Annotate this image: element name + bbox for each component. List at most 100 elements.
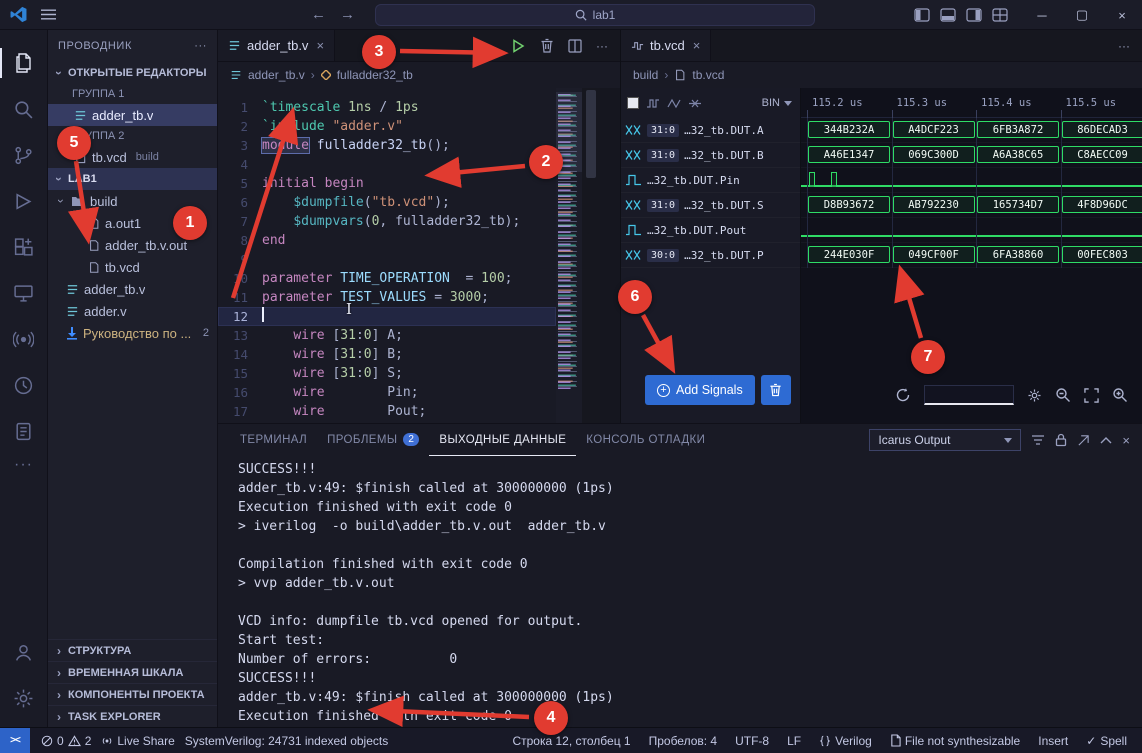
extensions-icon[interactable] (0, 224, 48, 270)
synthesizable-status[interactable]: File not synthesizable (885, 734, 1025, 748)
search-icon[interactable] (0, 86, 48, 132)
cursor-position-status[interactable]: Строка 12, столбец 1 (507, 734, 635, 748)
tree-item-tb.vcd[interactable]: tb.vcd (48, 256, 217, 278)
live-share-status[interactable]: Live Share (96, 734, 179, 748)
tree-item-a.out1[interactable]: a.out1 (48, 212, 217, 234)
wave-row-…32_tb.DUT.Pout[interactable] (801, 218, 1142, 243)
close-tab-icon[interactable]: × (693, 38, 701, 53)
output-filter-icon[interactable] (1031, 434, 1045, 446)
wave-row-…32_tb.DUT.B[interactable]: A46E1347069C300DA6A38C65C8AECC09 (801, 143, 1142, 168)
open-editor-adder_tb.v[interactable]: adder_tb.v (48, 104, 217, 126)
terminal-output[interactable]: SUCCESS!!!adder_tb.v:49: $finish called … (218, 458, 1142, 727)
tree-item-Руководство по ...[interactable]: Руководство по ...2 (48, 322, 217, 344)
language-mode-status[interactable]: Verilog (814, 734, 877, 748)
add-signals-button[interactable]: + Add Signals (645, 375, 755, 405)
account-icon[interactable] (0, 629, 48, 675)
color-swatch[interactable] (627, 97, 639, 109)
signal-…32_tb.DUT.S[interactable]: 31:0…32_tb.DUT.S (621, 193, 800, 218)
editor-scrollbar[interactable] (582, 88, 600, 423)
tree-item-adder.v[interactable]: adder.v (48, 300, 217, 322)
sidebar-section-КОМПОНЕНТЫ ПРОЕКТА[interactable]: ›КОМПОНЕНТЫ ПРОЕКТА (48, 683, 217, 705)
panel-tab-ВЫХОДНЫЕ ДАННЫЕ[interactable]: ВЫХОДНЫЕ ДАННЫЕ (429, 424, 576, 456)
eol-status[interactable]: LF (782, 734, 806, 748)
wave-row-…32_tb.DUT.P[interactable]: 244E030F049CF00F6FA3886000FEC803 (801, 243, 1142, 268)
zoom-out-icon[interactable] (1055, 387, 1071, 403)
toggle-panel-icon[interactable] (940, 8, 956, 22)
panel-tab-КОНСОЛЬ ОТЛАДКИ[interactable]: КОНСОЛЬ ОТЛАДКИ (576, 424, 715, 456)
signal-…32_tb.DUT.B[interactable]: 31:0…32_tb.DUT.B (621, 143, 800, 168)
maximize-panel-icon[interactable] (1100, 436, 1112, 444)
wave-style-1-icon[interactable] (646, 98, 660, 109)
menu-icon[interactable] (41, 9, 56, 20)
problems-status[interactable]: 0 2 (36, 734, 96, 748)
trash-icon[interactable] (540, 38, 554, 53)
wave-style-3-icon[interactable] (688, 98, 702, 109)
settings-gear-icon[interactable] (0, 675, 48, 721)
tree-item-adder_tb.v.out[interactable]: adder_tb.v.out (48, 234, 217, 256)
close-panel-icon[interactable]: × (1122, 433, 1130, 448)
signal-…32_tb.DUT.P[interactable]: 30:0…32_tb.DUT.P (621, 243, 800, 268)
scrollbar-thumb[interactable] (586, 90, 596, 178)
sidebar-section-СТРУКТУРА[interactable]: ›СТРУКТУРА (48, 639, 217, 661)
panel-tab-ПРОБЛЕМЫ[interactable]: ПРОБЛЕМЫ2 (317, 424, 429, 456)
close-icon[interactable]: × (1102, 0, 1142, 30)
split-editor-icon[interactable] (568, 39, 582, 53)
close-tab-icon[interactable]: × (316, 38, 324, 53)
toggle-secondary-sidebar-icon[interactable] (966, 8, 982, 22)
format-select[interactable]: BIN (762, 97, 794, 109)
sidebar-section-TASK EXPLORER[interactable]: ›TASK EXPLORER (48, 705, 217, 727)
zoom-fit-icon[interactable] (1084, 388, 1099, 403)
more-actions-icon[interactable]: ··· (14, 456, 33, 474)
explorer-more-icon[interactable]: ··· (194, 40, 207, 52)
tree-item-adder_tb.v[interactable]: adder_tb.v (48, 278, 217, 300)
tab-adder_tb.v[interactable]: adder_tb.v × (218, 30, 335, 61)
waveform-breadcrumb[interactable]: build › tb.vcd (621, 62, 1142, 88)
breadcrumb[interactable]: adder_tb.v › fulladder32_tb (218, 62, 620, 88)
sidebar-section-ВРЕМЕННАЯ ШКАЛА[interactable]: ›ВРЕМЕННАЯ ШКАЛА (48, 661, 217, 683)
systemverilog-indexer-status[interactable]: SystemVerilog: 24731 indexed objects (180, 734, 393, 748)
workspace-root-lab1[interactable]: › LAB1 (48, 168, 217, 190)
minimize-icon[interactable]: ─ (1022, 0, 1062, 30)
source-control-icon[interactable] (0, 132, 48, 178)
insert-mode-status[interactable]: Insert (1033, 734, 1073, 748)
time-input[interactable] (924, 385, 1014, 405)
maximize-icon[interactable]: ▢ (1062, 0, 1102, 30)
signal-…32_tb.DUT.Pin[interactable]: …32_tb.DUT.Pin (621, 168, 800, 193)
remote-indicator[interactable]: >< (0, 728, 30, 753)
back-icon[interactable]: ← (311, 6, 326, 23)
code-editor[interactable]: 1`timescale 1ns / 1ps2`include "adder.v"… (218, 88, 556, 423)
customize-layout-icon[interactable] (992, 8, 1008, 22)
tree-item-build[interactable]: ›build (48, 190, 217, 212)
output-channel-select[interactable]: Icarus Output (869, 429, 1021, 451)
forward-icon[interactable]: → (340, 6, 355, 23)
minimap[interactable] (556, 88, 582, 423)
wave-row-…32_tb.DUT.A[interactable]: 344B232AA4DCF2236FB3A87286DECAD3 (801, 118, 1142, 143)
wave-row-…32_tb.DUT.S[interactable]: D8B93672AB792230165734D74F8D96DC (801, 193, 1142, 218)
encoding-status[interactable]: UTF-8 (730, 734, 774, 748)
remote-explorer-icon[interactable] (0, 270, 48, 316)
spell-checker-status[interactable]: ✓ Spell (1081, 734, 1132, 748)
wave-style-2-icon[interactable] (667, 98, 681, 109)
history-icon[interactable] (0, 362, 48, 408)
signal-…32_tb.DUT.A[interactable]: 31:0…32_tb.DUT.A (621, 118, 800, 143)
more-actions-icon[interactable]: ··· (1118, 39, 1130, 53)
run-debug-icon[interactable] (0, 178, 48, 224)
minimap-viewport[interactable] (556, 92, 582, 172)
clear-output-icon[interactable] (1077, 434, 1090, 447)
waveform-display[interactable]: 115.2 us115.3 us115.4 us115.5 us 344B232… (801, 88, 1142, 423)
signal-…32_tb.DUT.Pout[interactable]: …32_tb.DUT.Pout (621, 218, 800, 243)
zoom-in-icon[interactable] (1112, 387, 1128, 403)
open-editors-header[interactable]: › ОТКРЫТЫЕ РЕДАКТОРЫ (48, 62, 217, 84)
notebook-icon[interactable] (0, 408, 48, 454)
more-actions-icon[interactable]: ··· (596, 39, 608, 53)
indentation-status[interactable]: Пробелов: 4 (644, 734, 723, 748)
remove-signals-button[interactable] (761, 375, 791, 405)
live-share-icon[interactable] (0, 316, 48, 362)
command-center-search[interactable]: lab1 (375, 4, 815, 26)
lock-scroll-icon[interactable] (1055, 433, 1067, 447)
settings-gear-icon[interactable] (1027, 388, 1042, 403)
refresh-icon[interactable] (895, 387, 911, 403)
wave-row-…32_tb.DUT.Pin[interactable] (801, 168, 1142, 193)
tab-tb.vcd[interactable]: tb.vcd × (621, 30, 711, 61)
run-button[interactable] (510, 38, 526, 54)
